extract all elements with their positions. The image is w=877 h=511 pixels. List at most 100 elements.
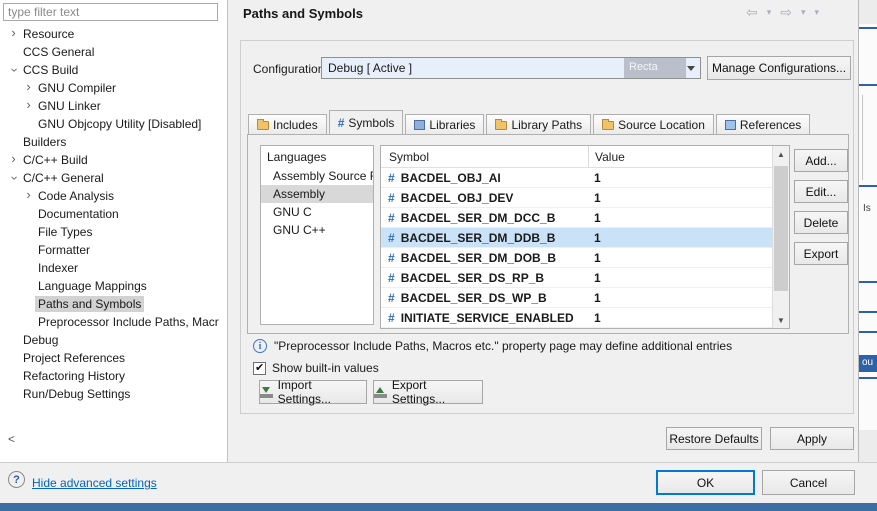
table-row[interactable]: BACDEL_SER_DM_DOB_B1 <box>381 248 773 268</box>
scroll-left-icon[interactable]: < <box>8 432 15 446</box>
hide-advanced-settings-link[interactable]: Hide advanced settings <box>32 476 157 490</box>
back-arrow-icon[interactable]: ⇦ <box>746 4 758 21</box>
symbols-table: Symbol Value BACDEL_OBJ_AI1 BACDEL_OBJ_D… <box>380 145 790 329</box>
sidebar-item-label: CCS General <box>20 44 97 60</box>
export-settings-button[interactable]: Export Settings... <box>373 380 483 404</box>
tab-library-paths[interactable]: Library Paths <box>486 114 591 134</box>
sidebar-item-run-debug-settings[interactable]: Run/Debug Settings <box>0 385 227 403</box>
sidebar-item-label: Language Mappings <box>35 278 150 294</box>
info-note-text: "Preprocessor Include Paths, Macros etc.… <box>274 339 732 353</box>
sidebar-item-builders[interactable]: Builders <box>0 133 227 151</box>
ok-button[interactable]: OK <box>656 470 755 495</box>
chevron-down-icon[interactable] <box>4 64 24 77</box>
language-item[interactable]: GNU C++ <box>261 221 373 239</box>
tab-source-location[interactable]: Source Location <box>593 114 714 134</box>
sidebar-item-cpp-build[interactable]: C/C++ Build <box>0 151 227 169</box>
checkbox-icon[interactable] <box>253 362 266 375</box>
export-button[interactable]: Export <box>794 242 848 265</box>
sidebar-item-refactoring-history[interactable]: Refactoring History <box>0 367 227 385</box>
sidebar-item-indexer[interactable]: Indexer <box>0 259 227 277</box>
chevron-down-icon[interactable] <box>687 66 695 71</box>
hash-icon <box>381 251 401 265</box>
background-line <box>859 185 877 187</box>
table-row[interactable]: BACDEL_OBJ_AI1 <box>381 168 773 188</box>
sidebar-item-label: Documentation <box>35 206 122 222</box>
import-settings-button[interactable]: Import Settings... <box>259 380 367 404</box>
symbol-value: 1 <box>594 291 601 305</box>
filter-input[interactable] <box>3 3 218 21</box>
apply-button[interactable]: Apply <box>770 427 854 450</box>
info-note: "Preprocessor Include Paths, Macros etc.… <box>253 339 843 353</box>
chevron-right-icon[interactable] <box>22 187 35 205</box>
forward-dropdown-icon[interactable]: ▾ <box>801 7 806 18</box>
sidebar-item-label: C/C++ Build <box>20 152 91 168</box>
help-icon[interactable] <box>8 471 25 488</box>
table-row[interactable]: BACDEL_OBJ_DEV1 <box>381 188 773 208</box>
sidebar-item-formatter[interactable]: Formatter <box>0 241 227 259</box>
hash-icon <box>381 211 401 225</box>
scroll-down-icon[interactable] <box>773 312 789 328</box>
table-row[interactable]: BACDEL_SER_DM_DCC_B1 <box>381 208 773 228</box>
sidebar-item-label: Indexer <box>35 260 81 276</box>
symbol-value: 1 <box>594 211 601 225</box>
table-row[interactable]: BACDEL_SER_DS_RP_B1 <box>381 268 773 288</box>
sidebar-item-project-references[interactable]: Project References <box>0 349 227 367</box>
hash-icon <box>338 116 345 130</box>
tab-libraries[interactable]: Libraries <box>405 114 484 134</box>
delete-button[interactable]: Delete <box>794 211 848 234</box>
sidebar-item-language-mappings[interactable]: Language Mappings <box>0 277 227 295</box>
sidebar-item-ccs-general[interactable]: CCS General <box>0 43 227 61</box>
chevron-right-icon[interactable] <box>7 151 20 169</box>
sidebar-item-label: GNU Linker <box>35 98 104 114</box>
language-item[interactable]: Assembly <box>261 185 373 203</box>
symbol-value: 1 <box>594 311 601 325</box>
language-item[interactable]: GNU C <box>261 203 373 221</box>
add-button[interactable]: Add... <box>794 149 848 172</box>
edit-button[interactable]: Edit... <box>794 180 848 203</box>
chevron-right-icon[interactable] <box>22 79 35 97</box>
chevron-right-icon[interactable] <box>7 25 20 43</box>
sidebar-item-cpp-general[interactable]: C/C++ General <box>0 169 227 187</box>
vertical-scrollbar[interactable] <box>772 146 789 328</box>
column-header-value[interactable]: Value <box>588 146 625 167</box>
sidebar-item-resource[interactable]: Resource <box>0 25 227 43</box>
chevron-down-icon[interactable] <box>4 172 24 185</box>
export-settings-icon <box>374 386 387 398</box>
symbol-name: BACDEL_SER_DM_DDB_B <box>401 231 556 245</box>
tab-includes[interactable]: Includes <box>248 114 327 134</box>
sidebar-item-debug[interactable]: Debug <box>0 331 227 349</box>
language-item[interactable]: Assembly Source Fi <box>261 167 373 185</box>
sidebar-item-paths-and-symbols[interactable]: Paths and Symbols <box>0 295 227 313</box>
folder-icon <box>602 121 614 130</box>
scroll-up-icon[interactable] <box>773 146 789 162</box>
tab-symbols[interactable]: Symbols <box>329 110 404 134</box>
hash-icon <box>381 231 401 245</box>
sidebar-item-preprocessor-include-paths[interactable]: Preprocessor Include Paths, Macr <box>0 313 227 331</box>
background-block <box>859 430 877 462</box>
sidebar-item-gnu-compiler[interactable]: GNU Compiler <box>0 79 227 97</box>
sidebar-item-code-analysis[interactable]: Code Analysis <box>0 187 227 205</box>
forward-arrow-icon[interactable]: ⇨ <box>780 4 792 21</box>
column-header-symbol[interactable]: Symbol <box>381 150 429 164</box>
background-line <box>859 377 877 379</box>
sidebar-item-gnu-linker[interactable]: GNU Linker <box>0 97 227 115</box>
chevron-right-icon[interactable] <box>22 97 35 115</box>
sidebar-item-ccs-build[interactable]: CCS Build <box>0 61 227 79</box>
view-menu-icon[interactable]: ▾ <box>815 7 820 18</box>
cancel-button[interactable]: Cancel <box>762 470 855 495</box>
tooltip-artifact: Recta <box>624 58 686 78</box>
library-icon <box>414 120 425 130</box>
configuration-combo[interactable]: Debug [ Active ] Recta <box>321 57 701 79</box>
table-row-selected[interactable]: BACDEL_SER_DM_DDB_B1 <box>381 228 773 248</box>
tab-references[interactable]: References <box>716 114 810 134</box>
sidebar-item-file-types[interactable]: File Types <box>0 223 227 241</box>
sidebar-item-gnu-objcopy[interactable]: GNU Objcopy Utility [Disabled] <box>0 115 227 133</box>
table-row[interactable]: BACDEL_SER_DS_WP_B1 <box>381 288 773 308</box>
show-builtin-values-checkbox[interactable]: Show built-in values <box>253 361 379 375</box>
restore-defaults-button[interactable]: Restore Defaults <box>666 427 762 450</box>
manage-configurations-button[interactable]: Manage Configurations... <box>707 56 851 80</box>
sidebar-item-documentation[interactable]: Documentation <box>0 205 227 223</box>
scrollbar-thumb[interactable] <box>774 166 788 291</box>
table-row[interactable]: INITIATE_SERVICE_ENABLED1 <box>381 308 773 328</box>
back-dropdown-icon[interactable]: ▾ <box>767 7 772 18</box>
